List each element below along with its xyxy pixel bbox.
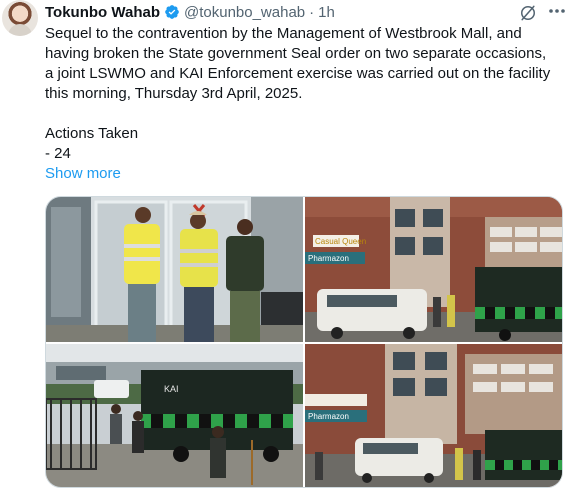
tweet-text-line: this morning, Thursday 3rd April, 2025. xyxy=(45,85,303,102)
photo-officials-at-door-image xyxy=(46,197,303,342)
photo-mall-wide[interactable]: Pharmazon xyxy=(305,344,562,487)
photo-kai-truck[interactable]: KAI xyxy=(46,344,303,487)
photo-sign-text: Casual Queen xyxy=(315,237,366,246)
photo-kai-truck-image: KAI xyxy=(46,344,303,487)
photo-mall-wide-image: Pharmazon xyxy=(305,344,562,487)
author-avatar[interactable] xyxy=(2,0,38,36)
actions-heading: Actions Taken xyxy=(45,125,139,142)
more-options-icon[interactable] xyxy=(548,8,566,14)
grok-icon[interactable] xyxy=(518,3,538,23)
photo-sign-text: Pharmazon xyxy=(308,254,349,263)
tweet-text-line: having broken the State government Seal … xyxy=(45,45,547,62)
header-separator: · xyxy=(309,3,315,21)
verified-badge-icon xyxy=(165,5,179,19)
tweet[interactable]: Tokunbo Wahab @tokunbo_wahab · 1h Sequel… xyxy=(0,0,568,492)
tweet-text-line: Sequel to the contravention by the Manag… xyxy=(45,25,522,42)
tweet-text-line: a joint LSWMO and KAI Enforcement exerci… xyxy=(45,65,551,82)
show-more-link[interactable]: Show more xyxy=(45,164,121,184)
actions-first-item: - 24 xyxy=(45,145,71,162)
photo-officials-at-door[interactable] xyxy=(46,197,303,342)
tweet-timestamp[interactable]: 1h xyxy=(318,4,335,21)
author-handle[interactable]: @tokunbo_wahab xyxy=(184,4,305,21)
author-name[interactable]: Tokunbo Wahab xyxy=(45,4,160,21)
tweet-text: Sequel to the contravention by the Manag… xyxy=(45,24,565,164)
photo-sign-text: KAI xyxy=(164,384,179,394)
photo-mall-frontage[interactable]: Casual Queen Pharmazon xyxy=(305,197,562,342)
tweet-header: Tokunbo Wahab @tokunbo_wahab · 1h xyxy=(45,2,335,22)
media-grid: Casual Queen Pharmazon KAI Pharmazon xyxy=(45,196,563,488)
photo-sign-text: Pharmazon xyxy=(308,412,349,421)
photo-mall-frontage-image: Casual Queen Pharmazon xyxy=(305,197,562,342)
